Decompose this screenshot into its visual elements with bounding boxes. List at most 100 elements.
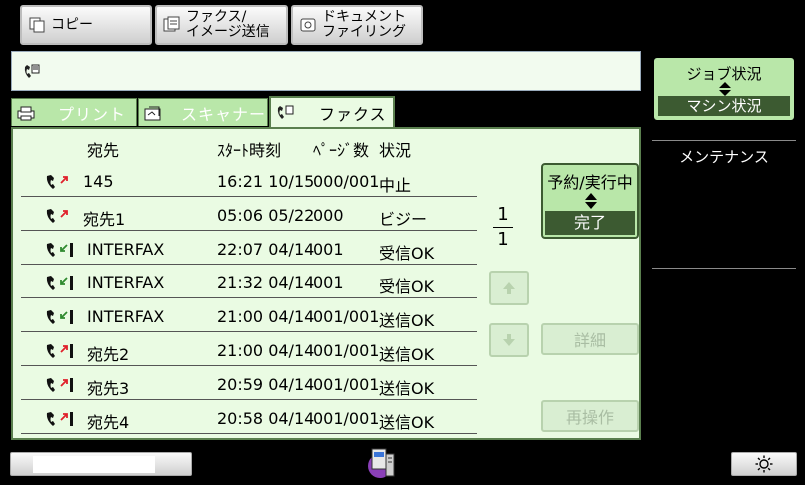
page-total: 1	[497, 229, 509, 250]
job-machine-status-toggle[interactable]: ジョブ状況 マシン状況	[654, 58, 794, 120]
row-destination: 宛先4	[87, 412, 130, 432]
column-destination: 宛先	[87, 141, 120, 160]
fax-send-icon	[46, 208, 68, 223]
row-pages: 001	[313, 273, 344, 293]
tab-print[interactable]: プリント	[11, 98, 137, 126]
table-row[interactable]: 宛先4 20:58 04/14 001/001 送信OK	[21, 402, 477, 434]
fax-receive-icon	[46, 276, 73, 291]
sun-icon	[755, 455, 773, 473]
queue-label: 予約/実行中	[547, 173, 633, 192]
row-pages: 001	[313, 239, 344, 259]
column-start-time: ｽﾀｰﾄ時刻	[217, 141, 282, 160]
row-pages: 001/001	[313, 341, 380, 360]
divider	[652, 140, 796, 141]
tab-scanner[interactable]: スキャナー	[138, 98, 268, 126]
row-destination: INTERFAX	[87, 239, 165, 259]
fax-send-icon	[46, 411, 73, 426]
fax-icon	[24, 64, 40, 78]
queue-complete-toggle[interactable]: 予約/実行中 完了	[541, 163, 639, 239]
fax-send-label-2: イメージ送信	[186, 24, 270, 40]
maintenance-item[interactable]: メンテナンス	[654, 146, 794, 167]
row-destination: INTERFAX	[87, 307, 165, 327]
page-divider	[493, 227, 513, 228]
scroll-down-button[interactable]	[489, 323, 529, 357]
row-destination: 宛先3	[87, 378, 130, 398]
document-filing-label-1: ドキュメント	[322, 9, 406, 25]
row-start-time: 20:58 04/14	[217, 408, 315, 428]
row-destination: 宛先1	[83, 209, 126, 229]
printer-icon	[17, 106, 35, 120]
column-status: 状況	[379, 141, 412, 160]
table-row[interactable]: 宛先1 05:06 05/22 000 ビジー	[21, 199, 477, 231]
copy-label: コピー	[51, 16, 93, 33]
document-filing-label-2: ファイリング	[322, 24, 406, 40]
fax-send-icon	[163, 16, 180, 32]
fax-job-panel: 宛先 ｽﾀｰﾄ時刻 ﾍﾟｰｼﾞ数 状況 145 16:21 10/15 000/00…	[11, 127, 641, 440]
fax-image-send-mode-button[interactable]: ファクス/ イメージ送信	[155, 5, 288, 45]
divider	[652, 268, 796, 269]
arrow-down-icon	[503, 334, 515, 346]
table-row[interactable]: 宛先3 20:59 04/14 001/001 送信OK	[21, 368, 477, 400]
row-destination: 宛先2	[87, 345, 130, 364]
machine-status-icon[interactable]	[366, 446, 400, 480]
row-pages: 001/001	[313, 307, 380, 327]
row-destination: 145	[83, 172, 114, 191]
table-row[interactable]: 145 16:21 10/15 000/001 中止	[21, 165, 477, 197]
brightness-button[interactable]	[731, 452, 797, 476]
fax-receive-icon	[46, 310, 73, 325]
page-current: 1	[497, 204, 509, 225]
row-pages: 001/001	[313, 408, 380, 428]
copy-icon	[29, 17, 45, 33]
row-pages: 000	[313, 205, 344, 225]
fax-send-label-1: ファクス/	[186, 9, 247, 25]
tab-fax[interactable]: ファクス	[269, 96, 395, 127]
scanner-icon	[144, 106, 161, 120]
document-filing-mode-button[interactable]: ドキュメント ファイリング	[291, 5, 423, 45]
row-status: 受信OK	[379, 243, 435, 263]
table-row[interactable]: 宛先2 21:00 04/14 001/001 送信OK	[21, 334, 477, 366]
details-button[interactable]: 詳細	[541, 323, 639, 355]
row-status: 送信OK	[379, 345, 435, 364]
row-status: 送信OK	[379, 311, 435, 331]
machine-status-label: マシン状況	[658, 96, 790, 116]
table-row[interactable]: INTERFAX 21:00 04/14 001/001 送信OK	[21, 300, 477, 333]
row-start-time: 21:32 04/14	[217, 273, 315, 293]
copy-mode-button[interactable]: コピー	[20, 5, 152, 45]
table-row[interactable]: INTERFAX 21:32 04/14 001 受信OK	[21, 266, 477, 299]
row-status: 中止	[379, 176, 412, 195]
row-status: 受信OK	[379, 277, 435, 297]
toggle-arrows-icon	[585, 193, 597, 209]
row-destination: INTERFAX	[87, 273, 165, 293]
row-start-time: 22:07 04/14	[217, 239, 315, 259]
row-start-time: 05:06 05/22	[217, 205, 315, 225]
fax-icon	[277, 105, 294, 119]
toggle-arrows-icon	[719, 82, 731, 96]
job-status-main: プリント スキャナー ファクス 宛先 ｽﾀｰﾄ時刻 ﾍﾟｰｼﾞ数 状況 145 1…	[4, 48, 645, 443]
tab-scanner-label: スキャナー	[181, 104, 267, 124]
fax-send-icon	[46, 377, 73, 392]
table-row[interactable]: INTERFAX 22:07 04/14 001 受信OK	[21, 233, 477, 265]
row-start-time: 16:21 10/15	[217, 172, 315, 191]
row-status: 送信OK	[379, 412, 435, 432]
row-status: ビジー	[379, 209, 428, 229]
row-start-time: 21:00 04/14	[217, 341, 315, 360]
row-pages: 000/001	[313, 172, 380, 191]
fax-send-icon	[46, 175, 68, 189]
complete-label: 完了	[545, 211, 635, 235]
arrow-up-icon	[503, 282, 515, 294]
row-start-time: 21:00 04/14	[217, 307, 315, 327]
column-pages: ﾍﾟｰｼﾞ数	[313, 141, 370, 160]
message-bar	[11, 51, 641, 91]
row-pages: 001/001	[313, 374, 380, 394]
retry-button[interactable]: 再操作	[541, 400, 639, 432]
progress-bar	[10, 452, 192, 476]
progress-bar-track	[33, 456, 155, 473]
row-status: 送信OK	[379, 378, 435, 398]
right-sidebar: ジョブ状況 マシン状況 メンテナンス	[648, 48, 805, 443]
scroll-up-button[interactable]	[489, 271, 529, 305]
row-start-time: 20:59 04/14	[217, 374, 315, 394]
document-filing-icon	[300, 18, 316, 32]
tab-fax-label: ファクス	[319, 104, 387, 124]
fax-receive-icon	[46, 242, 73, 257]
fax-send-icon	[46, 344, 73, 358]
